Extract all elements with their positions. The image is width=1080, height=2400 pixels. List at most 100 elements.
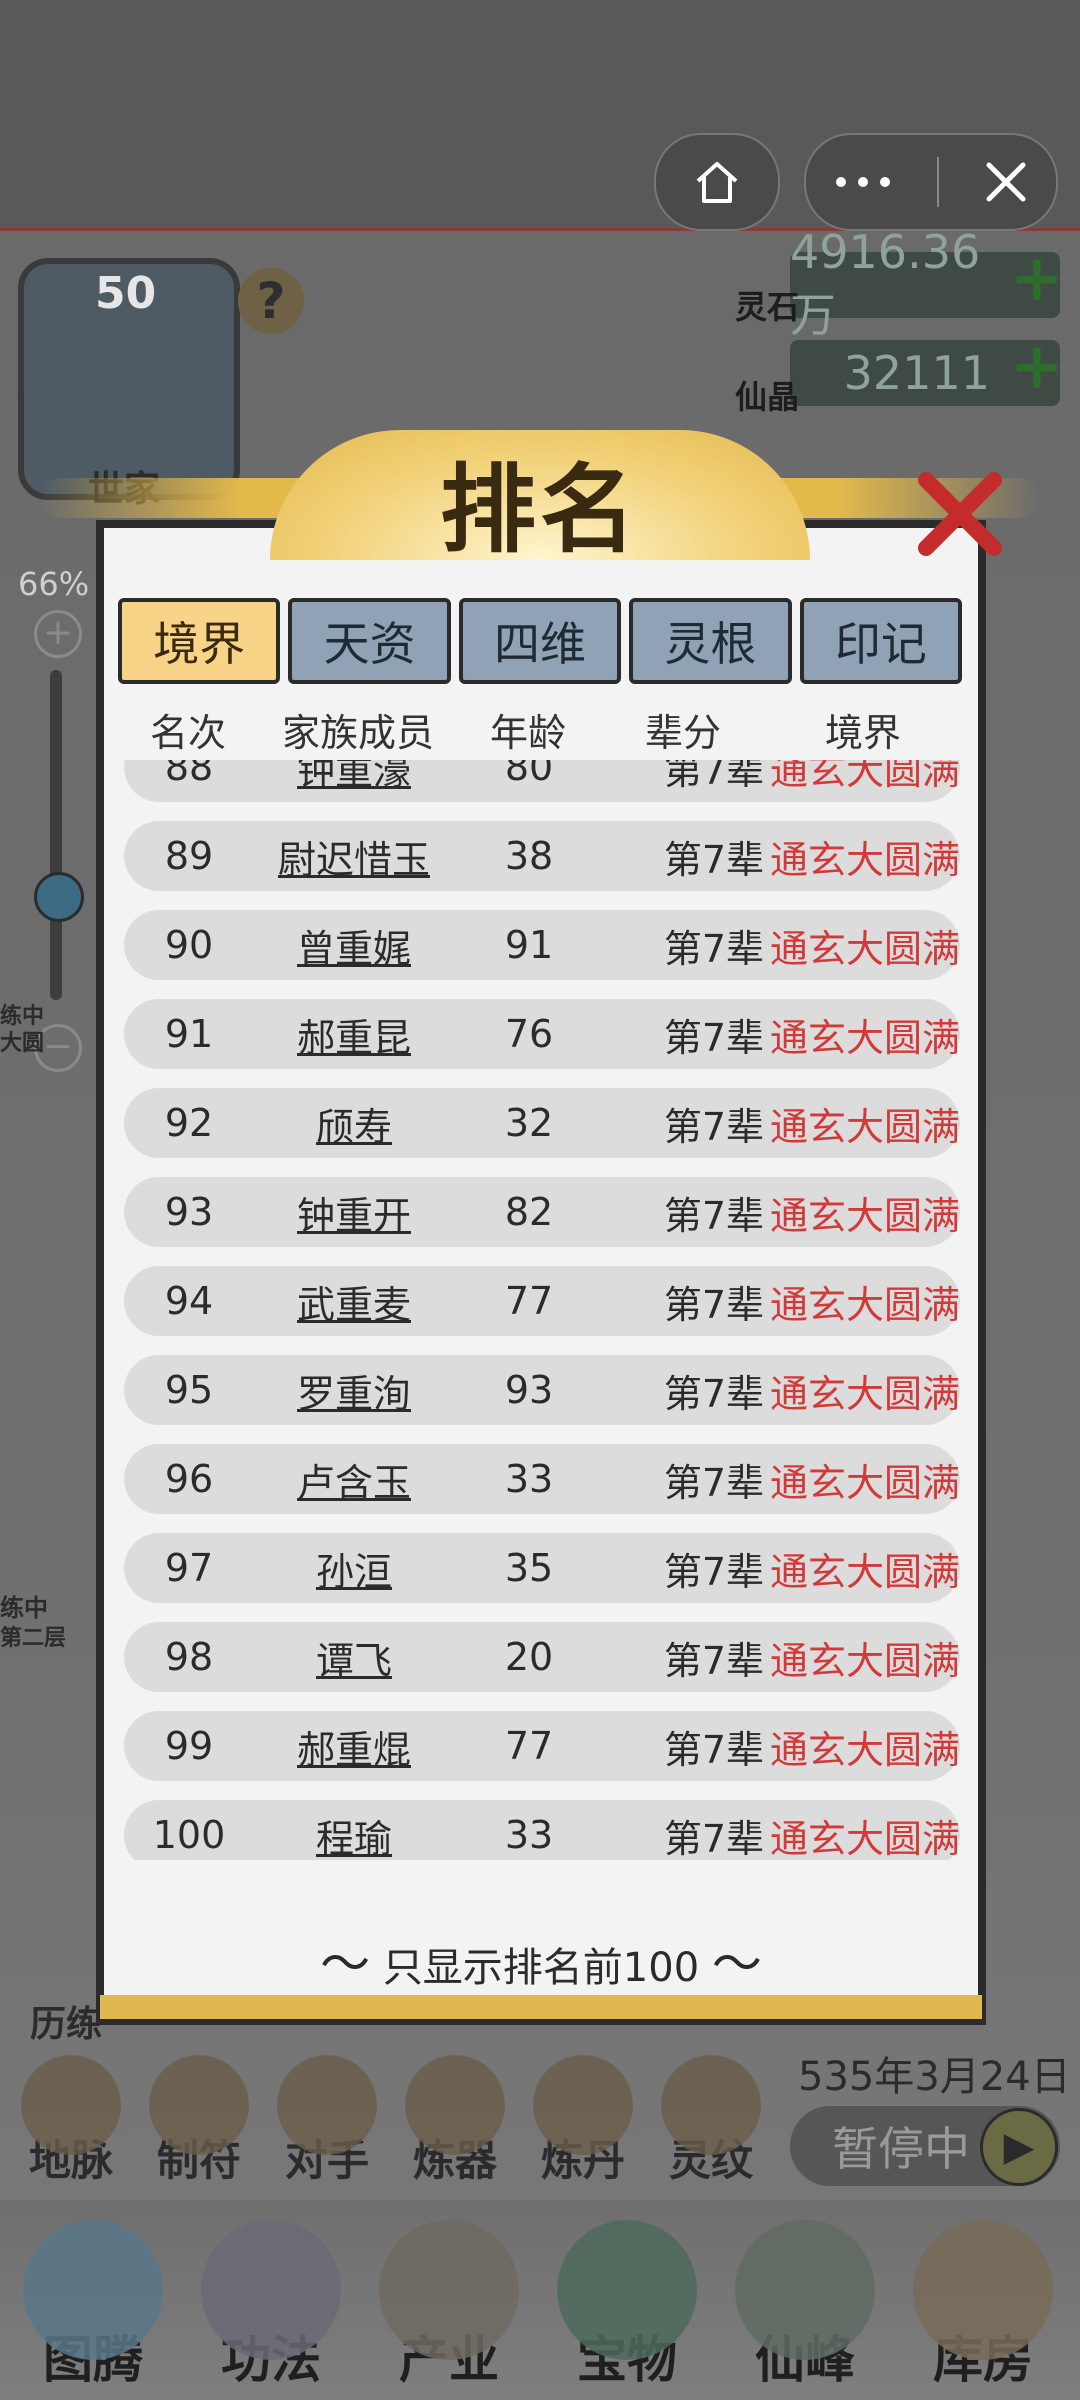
nav-industry[interactable]: 产业 bbox=[364, 2220, 534, 2392]
func-liandan[interactable]: 炼丹 bbox=[528, 2055, 638, 2188]
ranking-tabs: 境界 天资 四维 灵根 印记 bbox=[118, 598, 963, 684]
rank-cell: 97 bbox=[164, 1546, 214, 1590]
table-row[interactable]: 89 尉迟惜玉 38 第7辈 通玄大圆满 bbox=[124, 821, 960, 891]
nav-peak[interactable]: 仙峰 bbox=[720, 2220, 890, 2392]
member-name-link[interactable]: 卢含玉 bbox=[254, 1452, 454, 1507]
generation-cell: 第7辈 bbox=[663, 1282, 764, 1327]
func-dimai[interactable]: 地脉 bbox=[16, 2055, 126, 2188]
spirit-stone-add-button[interactable]: + bbox=[1010, 242, 1064, 316]
modal-bottom-trim bbox=[100, 1995, 982, 2019]
swirl-right-icon: 〜 bbox=[711, 1935, 762, 1993]
home-icon bbox=[696, 162, 738, 203]
generation-cell: 第7辈 bbox=[663, 1015, 764, 1060]
age-cell: 33 bbox=[504, 1813, 554, 1857]
member-name-link[interactable]: 颀寿 bbox=[254, 1096, 454, 1151]
age-cell: 38 bbox=[504, 834, 554, 878]
func-duishou[interactable]: 对手 bbox=[272, 2055, 382, 2188]
nav-storage[interactable]: 库房 bbox=[898, 2220, 1068, 2392]
nav-treasure[interactable]: 宝物 bbox=[542, 2220, 712, 2392]
help-button[interactable]: ? bbox=[238, 268, 304, 334]
realm-cell: 通玄大圆满 bbox=[769, 1816, 960, 1861]
age-cell: 80 bbox=[504, 760, 554, 789]
member-name-link[interactable]: 谭飞 bbox=[254, 1630, 454, 1685]
header-age: 年龄 bbox=[489, 710, 566, 755]
game-date: 535年3月24日 bbox=[798, 2054, 1071, 2100]
table-row[interactable]: 93 钟重开 82 第7辈 通玄大圆满 bbox=[124, 1177, 960, 1247]
rank-cell: 92 bbox=[164, 1101, 214, 1145]
zoom-slider-track[interactable] bbox=[50, 670, 62, 1000]
table-row[interactable]: 94 武重麦 77 第7辈 通玄大圆满 bbox=[124, 1266, 960, 1336]
func-lianqi[interactable]: 炼器 bbox=[400, 2055, 510, 2188]
close-icon[interactable] bbox=[983, 159, 1029, 205]
realm-cell: 通玄大圆满 bbox=[769, 1549, 960, 1594]
experience-label[interactable]: 历练 bbox=[30, 1995, 102, 2047]
generation-cell: 第7辈 bbox=[663, 1460, 764, 1505]
rank-cell: 99 bbox=[164, 1724, 214, 1768]
tab-talent[interactable]: 天资 bbox=[288, 598, 451, 684]
pause-button[interactable]: 暂停中 ▶ bbox=[790, 2106, 1060, 2186]
nav-totem[interactable]: 图腾 bbox=[8, 2220, 178, 2392]
member-name-link[interactable]: 程瑜 bbox=[254, 1808, 454, 1861]
lianqi-icon bbox=[405, 2055, 505, 2155]
rank-cell: 98 bbox=[164, 1635, 214, 1679]
tab-spirit-root[interactable]: 灵根 bbox=[629, 598, 792, 684]
crystal-value: 32111 bbox=[843, 346, 990, 400]
realm-cell: 通玄大圆满 bbox=[769, 837, 960, 882]
table-row[interactable]: 100 程瑜 33 第7辈 通玄大圆满 bbox=[124, 1800, 960, 1860]
table-row[interactable]: 96 卢含玉 33 第7辈 通玄大圆满 bbox=[124, 1444, 960, 1514]
play-icon: ▶ bbox=[980, 2108, 1058, 2186]
rank-cell: 100 bbox=[152, 1813, 226, 1857]
generation-cell: 第7辈 bbox=[663, 760, 764, 793]
age-cell: 32 bbox=[504, 1101, 554, 1145]
table-row[interactable]: 90 曾重娓 91 第7辈 通玄大圆满 bbox=[124, 910, 960, 980]
func-lingwen[interactable]: 灵纹 bbox=[656, 2055, 766, 2188]
member-name-link[interactable]: 曾重娓 bbox=[254, 918, 454, 973]
member-realm-tag: 大圆 bbox=[0, 1031, 45, 1056]
table-row[interactable]: 97 孙洹 35 第7辈 通玄大圆满 bbox=[124, 1533, 960, 1603]
realm-cell: 通玄大圆满 bbox=[769, 1371, 960, 1416]
table-row[interactable]: 92 颀寿 32 第7辈 通玄大圆满 bbox=[124, 1088, 960, 1158]
realm-cell: 通玄大圆满 bbox=[769, 1460, 960, 1505]
age-cell: 76 bbox=[504, 1012, 554, 1056]
swirl-left-icon: 〜 bbox=[320, 1935, 371, 1993]
table-row[interactable]: 98 谭飞 20 第7辈 通玄大圆满 bbox=[124, 1622, 960, 1692]
tab-four-stats[interactable]: 四维 bbox=[458, 598, 622, 684]
member-name-link[interactable]: 钟重开 bbox=[254, 1185, 454, 1240]
member-name-link[interactable]: 郝重焜 bbox=[254, 1719, 454, 1774]
member-name-link[interactable]: 钟重濠 bbox=[254, 760, 454, 795]
member-name-link[interactable]: 武重麦 bbox=[254, 1274, 454, 1329]
zoom-in-button[interactable]: + bbox=[34, 610, 82, 658]
member-name-link[interactable]: 孙洹 bbox=[254, 1541, 454, 1596]
realm-cell: 通玄大圆满 bbox=[769, 760, 960, 793]
tab-mark[interactable]: 印记 bbox=[799, 598, 963, 684]
member-name-link[interactable]: 罗重洵 bbox=[254, 1363, 454, 1418]
member-name-link[interactable]: 尉迟惜玉 bbox=[254, 829, 454, 884]
ranking-list[interactable]: 88 钟重濠 80 第7辈 通玄大圆满 89 尉迟惜玉 38 第7辈 通玄大圆满 90 曾重娓 91 第7… bbox=[118, 760, 962, 1860]
rank-cell: 95 bbox=[164, 1368, 214, 1412]
member-realm-tag-2: 第二层 bbox=[0, 1626, 67, 1651]
table-row[interactable]: 91 郝重昆 76 第7辈 通玄大圆满 bbox=[124, 999, 960, 1069]
realm-cell: 通玄大圆满 bbox=[769, 1015, 960, 1060]
realm-cell: 通玄大圆满 bbox=[769, 1727, 960, 1772]
modal-close-button[interactable] bbox=[912, 466, 1008, 562]
zoom-slider-knob[interactable] bbox=[34, 872, 84, 922]
totem-icon bbox=[23, 2220, 163, 2360]
header-generation: 辈分 bbox=[644, 710, 721, 755]
home-button[interactable] bbox=[654, 133, 780, 231]
table-row[interactable]: 95 罗重洵 93 第7辈 通玄大圆满 bbox=[124, 1355, 960, 1425]
industry-icon bbox=[379, 2220, 519, 2360]
pause-label: 暂停中 bbox=[832, 2122, 970, 2176]
table-row[interactable]: 99 郝重焜 77 第7辈 通玄大圆满 bbox=[124, 1711, 960, 1781]
rank-cell: 93 bbox=[164, 1190, 214, 1234]
table-row[interactable]: 88 钟重濠 80 第7辈 通玄大圆满 bbox=[124, 760, 960, 802]
func-zhifu[interactable]: 制符 bbox=[144, 2055, 254, 2188]
crystal-add-button[interactable]: + bbox=[1010, 330, 1064, 404]
member-status-tag-2: 练中 bbox=[0, 1594, 48, 1622]
nav-gongfa[interactable]: 功法 bbox=[186, 2220, 356, 2392]
more-icon[interactable] bbox=[833, 172, 893, 192]
member-name-link[interactable]: 郝重昆 bbox=[254, 1007, 454, 1062]
age-cell: 82 bbox=[504, 1190, 554, 1234]
table-header: 名次 家族成员 年龄 辈分 境界 bbox=[118, 694, 962, 764]
tab-realm[interactable]: 境界 bbox=[118, 598, 281, 684]
rank-cell: 94 bbox=[164, 1279, 214, 1323]
